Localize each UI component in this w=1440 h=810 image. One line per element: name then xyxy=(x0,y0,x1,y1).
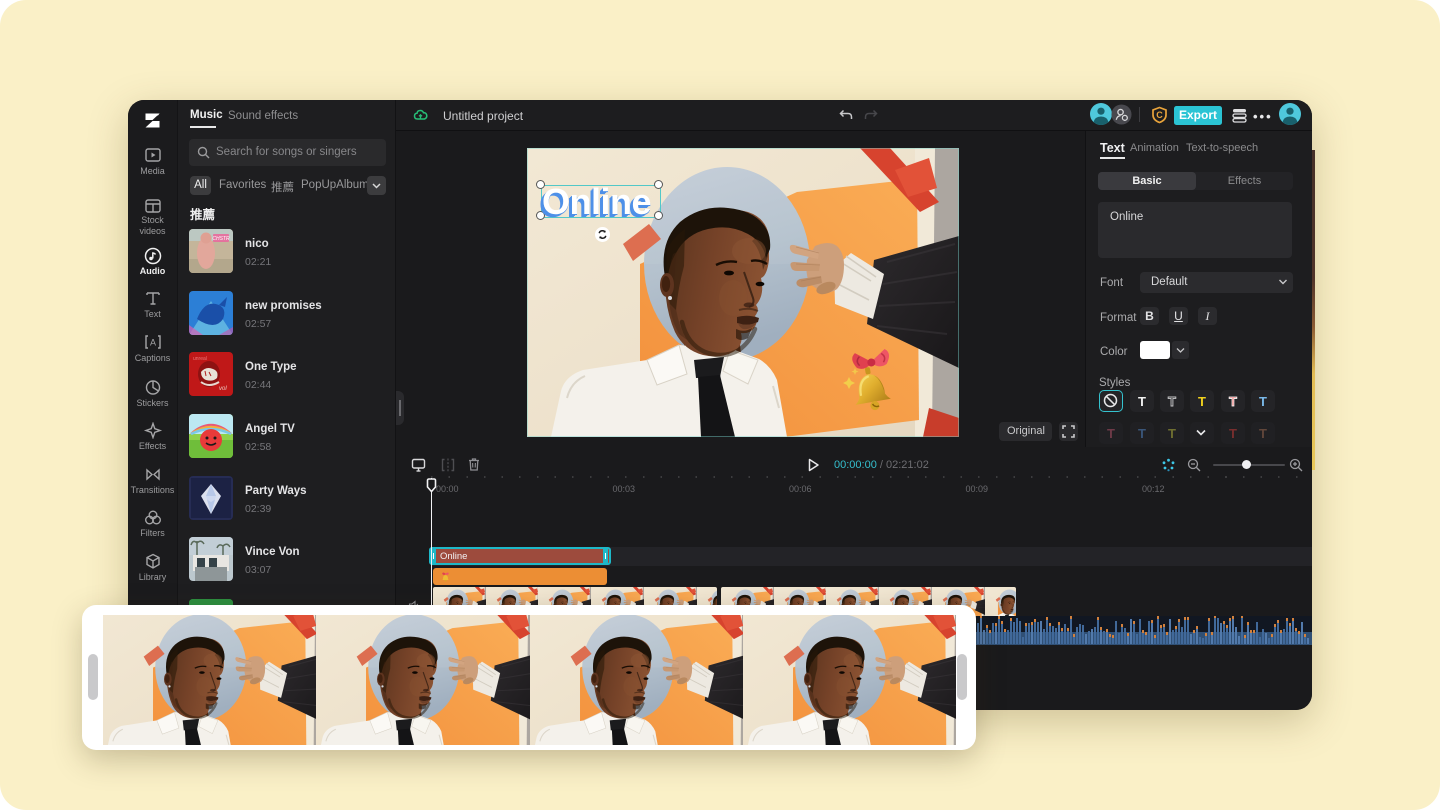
svg-text:vol: vol xyxy=(219,386,227,392)
svg-text:unreal: unreal xyxy=(193,356,207,362)
svg-text:T: T xyxy=(1168,394,1176,409)
svg-text:T: T xyxy=(1138,394,1146,409)
svg-text:T: T xyxy=(1138,426,1146,441)
svg-text:T: T xyxy=(1259,394,1267,409)
svg-text:CHSTR: CHSTR xyxy=(212,236,230,242)
svg-text:T: T xyxy=(1107,426,1115,441)
svg-text:T: T xyxy=(1259,426,1267,441)
svg-text:T: T xyxy=(1229,426,1237,441)
svg-text:T: T xyxy=(1168,426,1176,441)
svg-text:C: C xyxy=(1156,110,1163,120)
svg-text:T: T xyxy=(1198,394,1206,409)
svg-text:T: T xyxy=(1229,394,1237,409)
svg-text:A: A xyxy=(150,338,156,348)
